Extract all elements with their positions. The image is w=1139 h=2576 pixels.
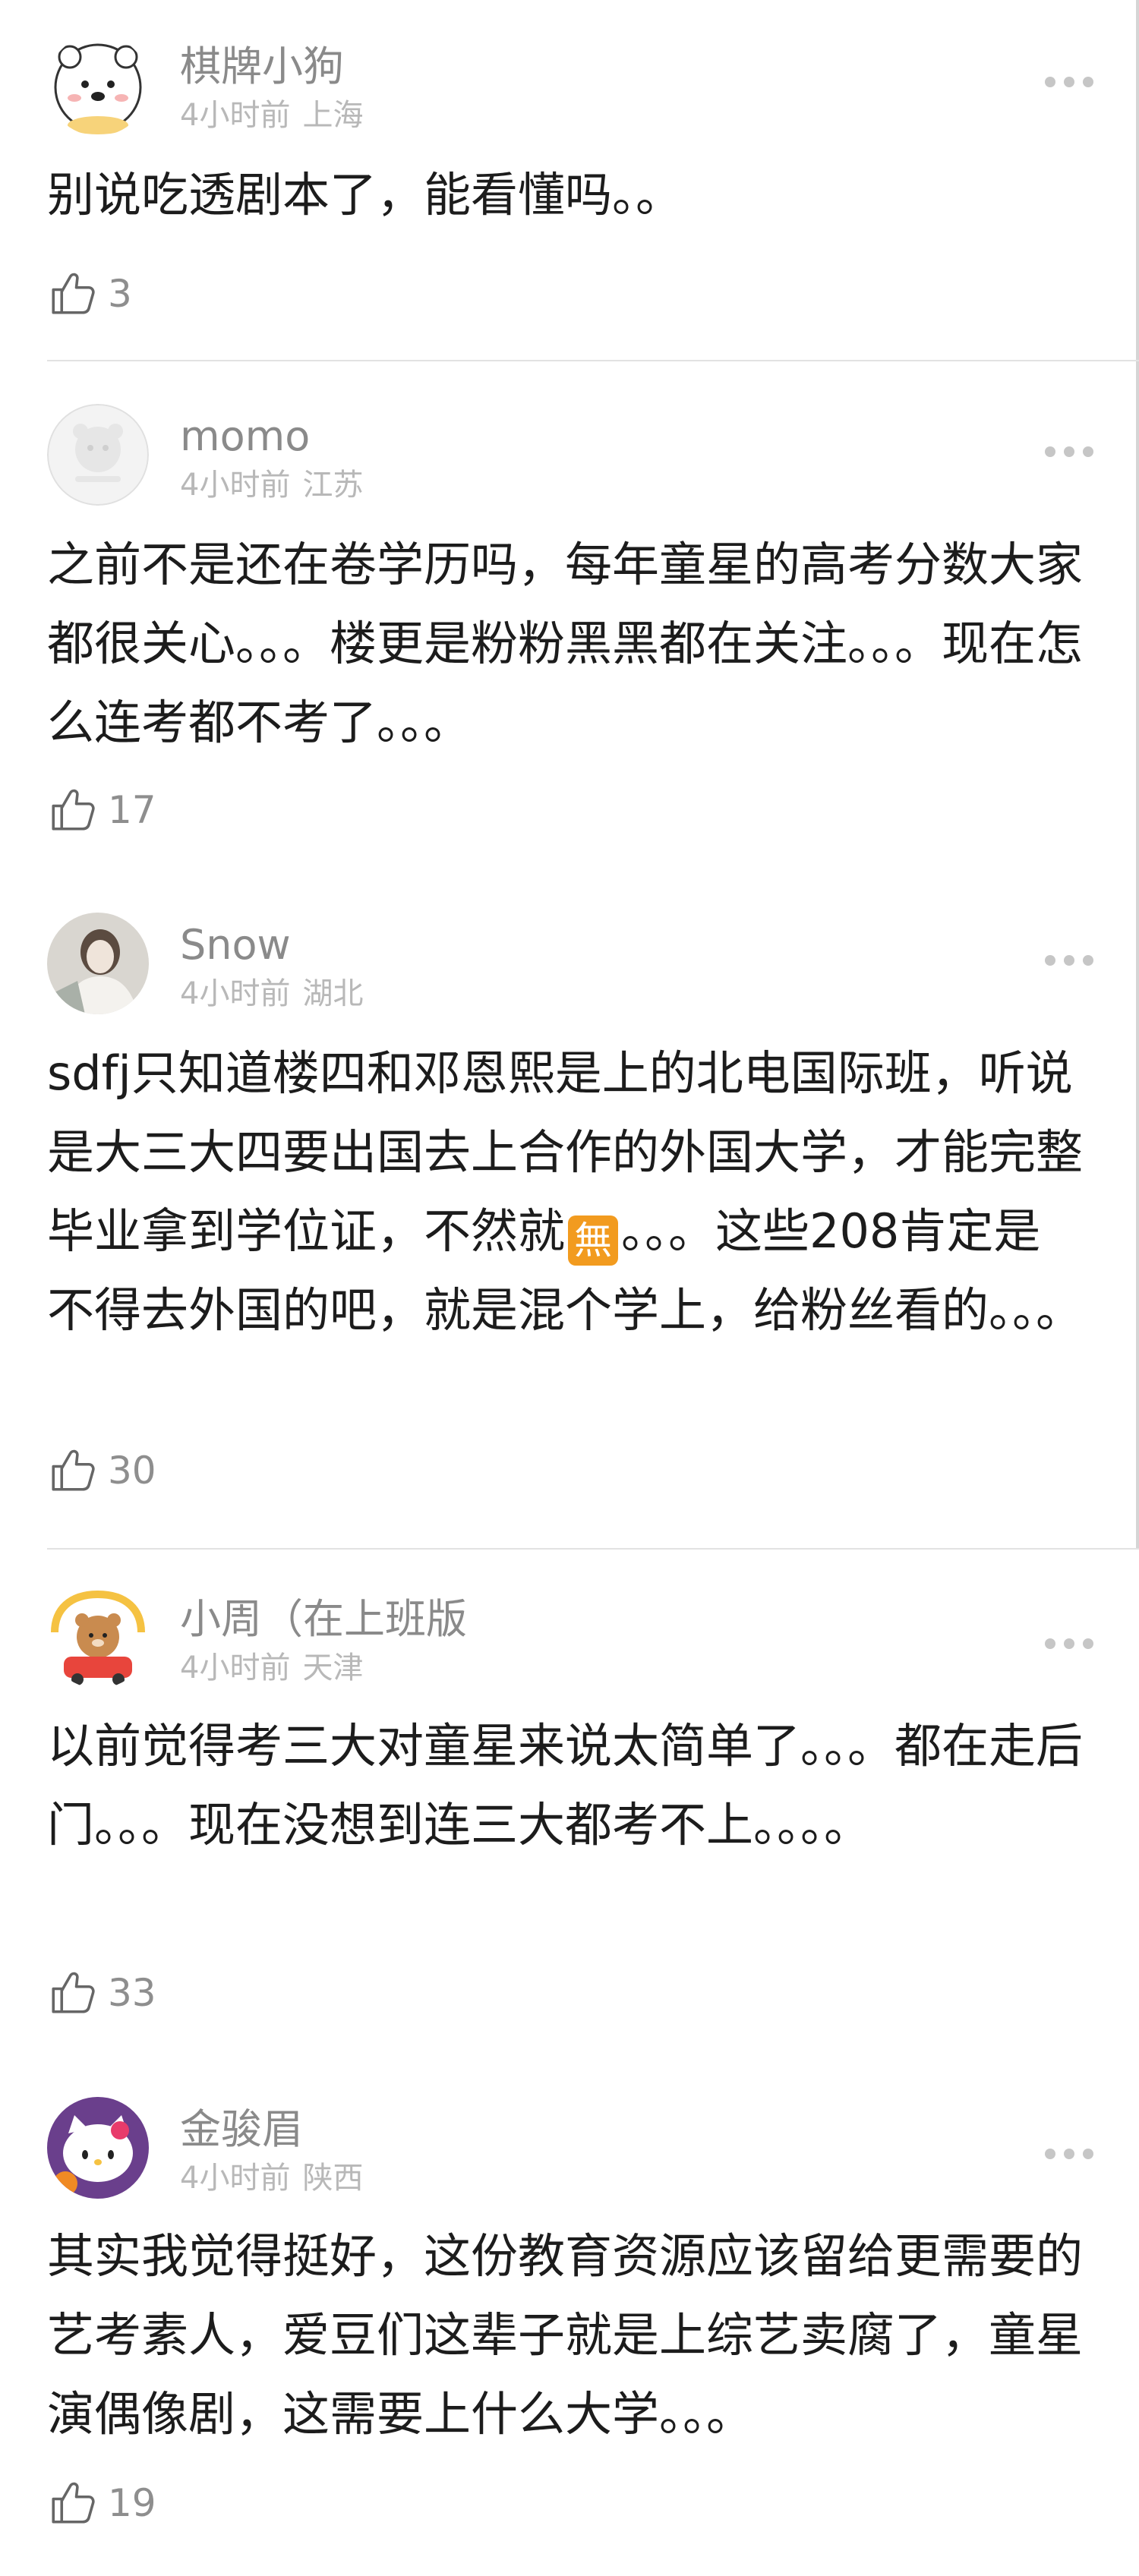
like-button[interactable]: 30	[47, 1444, 156, 1497]
default-bear-avatar-icon	[47, 404, 149, 506]
comment-meta: 4小时前 天津	[180, 1649, 363, 1687]
thumbs-up-icon	[52, 1449, 95, 1491]
username[interactable]: 小周（在上班版	[180, 1593, 467, 1646]
avatar[interactable]	[47, 2097, 149, 2199]
comment-time: 4小时前	[180, 2161, 291, 2196]
comment-location: 上海	[302, 98, 364, 133]
comment-text: sdfj只知道楼四和邓恩熙是上的北电国际班，听说是大三大四要出国去上合作的外国大…	[47, 1034, 1087, 1350]
hello-kitty-avatar-icon	[47, 2097, 149, 2199]
thumbs-up-icon	[52, 1972, 95, 2013]
username[interactable]: momo	[180, 410, 310, 463]
more-options-icon[interactable]	[1045, 446, 1093, 459]
username[interactable]: 金骏眉	[180, 2103, 303, 2156]
comment-time: 4小时前	[180, 468, 291, 503]
divider	[47, 360, 1139, 361]
comment-time: 4小时前	[180, 1651, 291, 1685]
more-options-icon[interactable]	[1045, 955, 1093, 967]
comment-text: 之前不是还在卷学历吗，每年童星的高考分数大家都很关心。。。楼更是粉粉黑黑都在关注…	[47, 537, 1084, 750]
divider	[47, 1548, 1139, 1550]
comment-location: 江苏	[302, 468, 364, 503]
comment-text: 其实我觉得挺好，这份教育资源应该留给更需要的艺考素人，爱豆们这辈子就是上综艺卖腐…	[47, 2228, 1084, 2442]
more-options-icon[interactable]	[1045, 77, 1093, 89]
bear-in-car-avatar-icon	[47, 1587, 149, 1688]
avatar[interactable]	[47, 34, 149, 136]
thumbs-up-icon	[52, 273, 95, 314]
more-options-icon[interactable]	[1045, 2149, 1093, 2161]
comment-location: 陕西	[302, 2161, 364, 2196]
avatar[interactable]	[47, 404, 149, 506]
comment-meta: 4小时前 江苏	[180, 466, 363, 504]
person-photo-avatar-icon	[47, 913, 149, 1014]
white-bear-avatar-icon	[47, 34, 149, 136]
wu-emoji-icon: 無	[568, 1215, 619, 1266]
like-count: 3	[108, 272, 132, 316]
comment-meta: 4小时前 上海	[180, 96, 363, 134]
comment-time: 4小时前	[180, 976, 291, 1011]
like-count: 17	[108, 788, 156, 832]
comment-meta: 4小时前 陕西	[180, 2159, 363, 2197]
avatar[interactable]	[47, 1587, 149, 1688]
comment-location: 湖北	[302, 976, 364, 1011]
right-edge-line	[1136, 0, 1139, 1549]
comment-location: 天津	[302, 1651, 364, 1685]
comment-text: 以前觉得考三大对童星来说太简单了。。。都在走后门。。。现在没想到连三大都考不上。…	[47, 1718, 1084, 1852]
like-button[interactable]: 19	[47, 2477, 156, 2530]
thumbs-up-icon	[52, 789, 95, 831]
like-count: 30	[108, 1449, 156, 1493]
comment-meta: 4小时前 湖北	[180, 975, 363, 1013]
like-button[interactable]: 3	[47, 267, 132, 320]
username[interactable]: Snow	[180, 919, 291, 972]
avatar[interactable]	[47, 913, 149, 1014]
like-count: 33	[108, 1971, 156, 2015]
like-button[interactable]: 33	[47, 1966, 156, 2019]
comment-time: 4小时前	[180, 98, 291, 133]
like-count: 19	[108, 2481, 156, 2525]
thumbs-up-icon	[52, 2482, 95, 2524]
comment-text: 别说吃透剧本了，能看懂吗。。	[47, 167, 683, 222]
username[interactable]: 棋牌小狗	[180, 40, 344, 93]
more-options-icon[interactable]	[1045, 1638, 1093, 1651]
like-button[interactable]: 17	[47, 784, 156, 837]
